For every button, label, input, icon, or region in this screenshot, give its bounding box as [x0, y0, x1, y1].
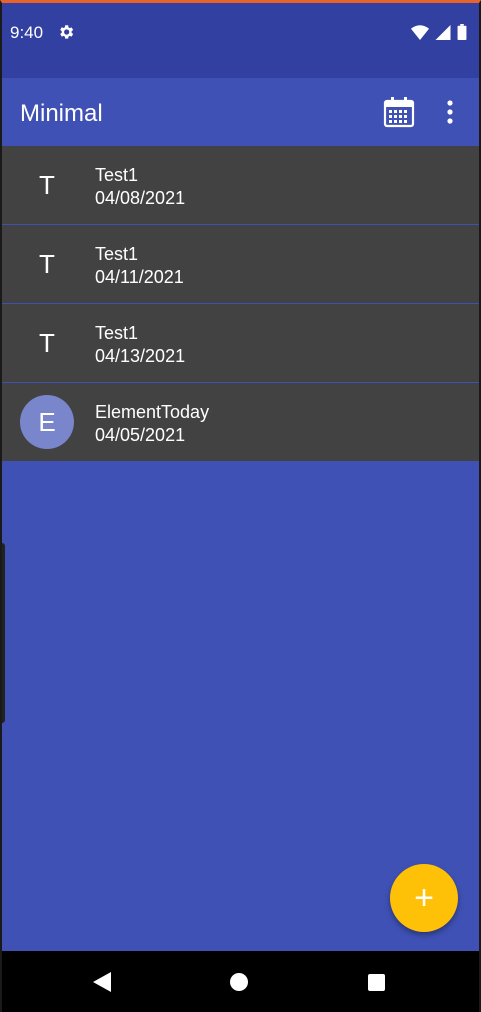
wifi-icon — [411, 24, 429, 40]
item-title: Test1 — [95, 323, 139, 343]
item-title: Test1 — [95, 244, 139, 264]
app-screen: 9:40 Minimal T Test1 04/08/2021 T Test1 … — [0, 0, 481, 1012]
settings-gear-icon — [60, 25, 74, 39]
item-date: 04/11/2021 — [95, 267, 184, 287]
avatar: T — [39, 169, 55, 200]
more-vert-icon[interactable] — [442, 98, 458, 126]
add-button[interactable]: + — [390, 864, 458, 932]
battery-icon — [457, 24, 467, 40]
status-time: 9:40 — [10, 23, 44, 42]
app-bar: Minimal — [2, 78, 479, 146]
status-bar: 9:40 — [2, 3, 479, 78]
element-list: T Test1 04/08/2021 T Test1 04/11/2021 T … — [2, 146, 479, 462]
item-date: 04/08/2021 — [95, 188, 186, 208]
avatar: T — [39, 327, 55, 358]
list-item[interactable]: E ElementToday 04/05/2021 — [2, 383, 479, 462]
edge-handle — [2, 543, 5, 723]
calendar-icon[interactable] — [383, 96, 415, 128]
avatar: E — [20, 395, 74, 449]
status-icons — [411, 24, 467, 40]
item-title: Test1 — [95, 165, 139, 185]
navigation-bar — [2, 951, 479, 1012]
cell-signal-icon — [435, 24, 451, 40]
home-icon[interactable] — [230, 973, 248, 991]
item-date: 04/13/2021 — [95, 346, 186, 366]
list-item[interactable]: T Test1 04/11/2021 — [2, 225, 479, 304]
avatar: T — [39, 248, 55, 279]
list-item[interactable]: T Test1 04/08/2021 — [2, 146, 479, 225]
item-date: 04/05/2021 — [95, 425, 186, 445]
item-title: ElementToday — [95, 402, 210, 422]
back-icon[interactable] — [92, 971, 112, 993]
app-title: Minimal — [20, 100, 103, 127]
list-item[interactable]: T Test1 04/13/2021 — [2, 304, 479, 383]
recents-icon[interactable] — [368, 974, 385, 991]
